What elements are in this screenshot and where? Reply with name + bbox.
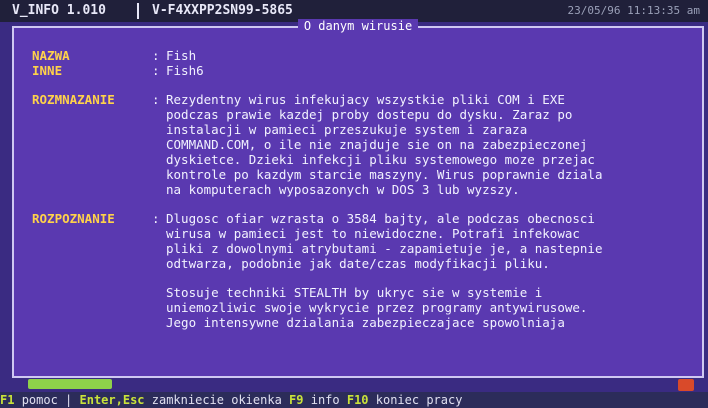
separator: | xyxy=(65,393,80,407)
field-label: INNE xyxy=(32,63,63,78)
field-label: ROZPOZNANIE xyxy=(32,211,115,226)
title-separator xyxy=(137,3,139,19)
key-f1[interactable]: F1 xyxy=(0,393,22,407)
key-enter-esc[interactable]: Enter,Esc xyxy=(80,393,152,407)
field-label: NAZWA xyxy=(32,48,70,63)
close-icon[interactable] xyxy=(678,379,694,391)
field-nazwa: NAZWA : Fish xyxy=(32,48,688,63)
virus-details[interactable]: NAZWA : Fish INNE : Fish6 ROZMNAZANIE : … xyxy=(32,48,688,368)
window-title: O danym wirusie xyxy=(14,19,702,33)
virus-info-window: O danym wirusie NAZWA : Fish INNE : Fish… xyxy=(12,19,704,378)
field-value: Dlugosc ofiar wzrasta o 3584 bajty, ale … xyxy=(166,211,603,271)
key-f9-label: info xyxy=(310,393,347,407)
field-stealth: Stosuje techniki STEALTH by ukryc sie w … xyxy=(32,285,688,330)
field-colon xyxy=(152,285,166,330)
field-label: ROZMNAZANIE xyxy=(32,92,115,107)
key-f10-label: koniec pracy xyxy=(375,393,463,407)
field-colon: : xyxy=(152,211,160,226)
key-f9[interactable]: F9 xyxy=(289,393,311,407)
key-f1-label: pomoc xyxy=(21,393,66,407)
field-colon: : xyxy=(152,48,160,63)
field-inne: INNE : Fish6 xyxy=(32,63,688,78)
dos-screen: V_INFO 1.010 V-F4XXPP2SN99-5865 23/05/96… xyxy=(0,0,708,408)
scroll-indicator[interactable] xyxy=(28,379,112,389)
key-enter-esc-label: zamkniecie okienka xyxy=(151,393,290,407)
field-value: Fish xyxy=(166,48,197,63)
field-label xyxy=(32,285,152,330)
field-rozpoznanie: ROZPOZNANIE : Dlugosc ofiar wzrasta o 35… xyxy=(32,211,688,271)
field-value: Stosuje techniki STEALTH by ukryc sie w … xyxy=(166,285,588,330)
field-colon: : xyxy=(152,63,160,78)
field-rozmnazanie: ROZMNAZANIE : Rezydentny wirus infekujac… xyxy=(32,92,688,197)
key-f10[interactable]: F10 xyxy=(347,393,376,407)
status-bar: F1 pomoc | Enter,Esc zamkniecie okienka … xyxy=(0,392,708,408)
field-value: Rezydentny wirus infekujacy wszystkie pl… xyxy=(166,92,603,197)
field-colon: : xyxy=(152,92,160,107)
window-title-text: O danym wirusie xyxy=(297,19,419,33)
field-value: Fish6 xyxy=(166,63,204,78)
